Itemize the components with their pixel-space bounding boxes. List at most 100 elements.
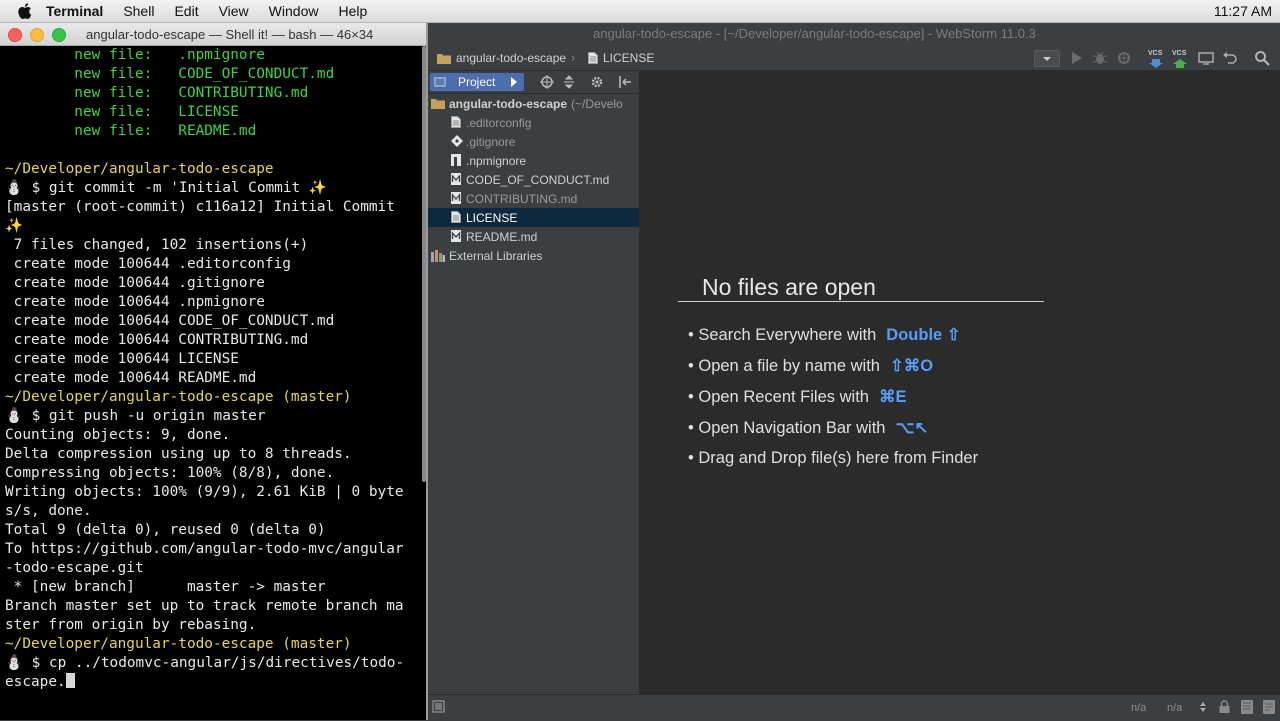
terminal-text: create mode 100644 LICENSE bbox=[5, 351, 239, 367]
revert-icon[interactable] bbox=[1222, 50, 1238, 66]
file-icon bbox=[451, 116, 462, 129]
menu-window[interactable]: Window bbox=[269, 3, 319, 19]
collapse-all-icon[interactable] bbox=[562, 75, 576, 89]
run-config-dropdown[interactable] bbox=[1034, 50, 1060, 67]
bullet-icon: • bbox=[688, 326, 699, 344]
tree-file-label: CONTRIBUTING.md bbox=[466, 191, 578, 206]
inspector-icon[interactable] bbox=[1240, 699, 1254, 715]
terminal-text: escape. bbox=[5, 674, 66, 690]
bullet-icon: • bbox=[688, 449, 699, 467]
tree-external-libraries[interactable]: External Libraries bbox=[428, 246, 639, 265]
tree-file-item[interactable]: .npmignore bbox=[428, 151, 639, 170]
apple-menu-icon[interactable] bbox=[18, 3, 32, 19]
tree-file-item[interactable]: CODE_OF_CONDUCT.md bbox=[428, 170, 639, 189]
run-icon[interactable] bbox=[1068, 50, 1084, 66]
terminal-line: ster from origin by rebasing. bbox=[5, 616, 425, 635]
terminal-line: Compressing objects: 100% (8/8), done. bbox=[5, 464, 425, 483]
editor-tip: • Open a file by name with ⇧⌘O bbox=[688, 356, 933, 376]
compare-icon[interactable] bbox=[1198, 50, 1214, 66]
terminal-line: new file: .npmignore bbox=[5, 46, 425, 65]
terminal-line: 7 files changed, 102 insertions(+) bbox=[5, 236, 425, 255]
tree-file-item[interactable]: .editorconfig bbox=[428, 113, 639, 132]
status-caret-position[interactable]: n/a bbox=[1131, 702, 1146, 714]
tree-file-item[interactable]: CONTRIBUTING.md bbox=[428, 189, 639, 208]
editor-tip-shortcut: ⇧⌘O bbox=[889, 357, 934, 375]
gear-icon[interactable] bbox=[590, 75, 604, 89]
menu-view[interactable]: View bbox=[219, 3, 249, 19]
breadcrumb-project[interactable]: angular-todo-escape › bbox=[437, 51, 575, 65]
terminal-text: new file: README.md bbox=[5, 123, 257, 139]
vcs-update-label: VCS bbox=[1148, 50, 1163, 57]
terminal-line: create mode 100644 .gitignore bbox=[5, 274, 425, 293]
terminal-line: ~/Developer/angular-todo-escape (master) bbox=[5, 388, 425, 407]
zoom-button[interactable] bbox=[52, 28, 66, 42]
terminal-text: create mode 100644 README.md bbox=[5, 370, 257, 386]
menu-shell[interactable]: Shell bbox=[123, 3, 154, 19]
editor-empty-area[interactable]: No files are open • Search Everywhere wi… bbox=[639, 71, 1280, 694]
terminal-text: new file: CONTRIBUTING.md bbox=[5, 85, 309, 101]
terminal-line: ⛄ $ cp ../todomvc-angular/js/directives/… bbox=[5, 654, 425, 673]
tree-file-label: CODE_OF_CONDUCT.md bbox=[466, 172, 610, 187]
file-icon bbox=[451, 211, 462, 224]
editor-tip-shortcut: ⌥↖ bbox=[895, 419, 929, 437]
ide-title-bar[interactable]: angular-todo-escape - [~/Developer/angul… bbox=[428, 23, 1280, 45]
terminal-text: create mode 100644 CODE_OF_CONDUCT.md bbox=[5, 313, 335, 329]
terminal-line: s/s, done. bbox=[5, 502, 425, 521]
vcs-commit-label: VCS bbox=[1172, 50, 1187, 57]
breadcrumb-file-label: LICENSE bbox=[603, 51, 655, 65]
tab-project[interactable]: Project bbox=[430, 73, 524, 91]
breadcrumb-project-label: angular-todo-escape bbox=[456, 51, 567, 65]
close-button[interactable] bbox=[8, 28, 22, 42]
menu-edit[interactable]: Edit bbox=[174, 3, 198, 19]
terminal-text: create mode 100644 .gitignore bbox=[5, 275, 265, 291]
git-ignore-icon bbox=[451, 135, 463, 148]
file-icon bbox=[588, 52, 598, 64]
coverage-icon[interactable] bbox=[1116, 50, 1132, 66]
terminal-text: ster from origin by rebasing. bbox=[5, 617, 257, 633]
menubar-clock[interactable]: 11:27 AM bbox=[1214, 3, 1272, 19]
terminal-text: Delta compression using up to 8 threads. bbox=[5, 446, 352, 462]
vcs-commit-icon[interactable]: VCS bbox=[1172, 50, 1188, 68]
terminal-line: escape. bbox=[5, 673, 425, 692]
editor-tip-text: Search Everywhere with bbox=[698, 326, 877, 344]
terminal-line: create mode 100644 .npmignore bbox=[5, 293, 425, 312]
event-log-icon[interactable] bbox=[1262, 699, 1276, 715]
arrow-down-icon bbox=[1149, 59, 1163, 68]
editor-tip-shortcut: Double ⇧ bbox=[886, 326, 961, 344]
vcs-update-icon[interactable]: VCS bbox=[1148, 50, 1164, 68]
status-line-separator[interactable]: n/a bbox=[1167, 702, 1182, 714]
up-down-icon[interactable] bbox=[1199, 701, 1207, 713]
debug-icon[interactable] bbox=[1092, 50, 1108, 66]
minimize-button[interactable] bbox=[30, 28, 44, 42]
terminal-text: Writing objects: 100% (9/9), 2.61 KiB | … bbox=[5, 484, 404, 500]
tree-file-item[interactable]: .gitignore bbox=[428, 132, 639, 151]
editor-tip-text: Open Navigation Bar with bbox=[698, 419, 886, 437]
terminal-text: new file: LICENSE bbox=[5, 104, 239, 120]
terminal-title-bar[interactable]: angular-todo-escape — Shell it! — bash —… bbox=[0, 23, 426, 46]
menu-help[interactable]: Help bbox=[338, 3, 367, 19]
terminal-text: ⛄ $ git push -u origin master bbox=[5, 408, 266, 424]
library-icon bbox=[431, 249, 445, 262]
tree-file-item[interactable]: LICENSE bbox=[428, 208, 639, 227]
hide-panel-icon[interactable] bbox=[618, 75, 632, 89]
menu-terminal[interactable]: Terminal bbox=[46, 3, 103, 19]
terminal-line: Counting objects: 9, done. bbox=[5, 426, 425, 445]
tree-root-folder[interactable]: angular-todo-escape (~/Develo bbox=[428, 94, 639, 113]
terminal-text: Total 9 (delta 0), reused 0 (delta 0) bbox=[5, 522, 326, 538]
heading-underline bbox=[678, 301, 1044, 302]
terminal-output[interactable]: new file: .npmignore new file: CODE_OF_C… bbox=[5, 46, 425, 692]
terminal-text: ⛄ $ cp ../todomvc-angular/js/directives/… bbox=[5, 655, 405, 671]
terminal-text: [master (root-commit) c116a12] Initial C… bbox=[5, 199, 395, 215]
navigation-bar: angular-todo-escape › LICENSE VCS VCS bbox=[428, 46, 1280, 71]
editor-tip: • Open Navigation Bar with ⌥↖ bbox=[688, 418, 928, 438]
terminal-text: s/s, done. bbox=[5, 503, 92, 519]
search-icon[interactable] bbox=[1254, 50, 1270, 66]
target-icon[interactable] bbox=[540, 75, 554, 89]
breadcrumb-file[interactable]: LICENSE bbox=[588, 51, 654, 65]
tool-windows-icon[interactable] bbox=[432, 700, 445, 713]
tree-file-item[interactable]: README.md bbox=[428, 227, 639, 246]
terminal-line: [master (root-commit) c116a12] Initial C… bbox=[5, 198, 425, 217]
lock-icon[interactable] bbox=[1218, 700, 1231, 714]
terminal-line: Writing objects: 100% (9/9), 2.61 KiB | … bbox=[5, 483, 425, 502]
